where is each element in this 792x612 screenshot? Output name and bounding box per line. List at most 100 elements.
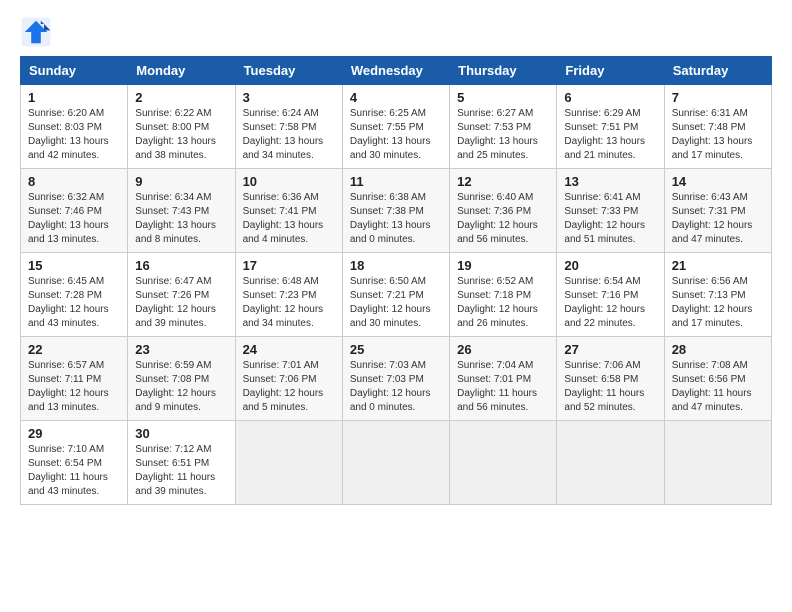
day-cell: 5 Sunrise: 6:27 AM Sunset: 7:53 PM Dayli… [450, 85, 557, 169]
day-number: 23 [135, 342, 227, 357]
day-cell: 22 Sunrise: 6:57 AM Sunset: 7:11 PM Dayl… [21, 337, 128, 421]
day-info: Sunrise: 6:31 AM Sunset: 7:48 PM Dayligh… [672, 107, 764, 163]
day-number: 21 [672, 258, 764, 273]
day-info: Sunrise: 6:54 AM Sunset: 7:16 PM Dayligh… [564, 275, 656, 331]
day-cell: 1 Sunrise: 6:20 AM Sunset: 8:03 PM Dayli… [21, 85, 128, 169]
column-header-tuesday: Tuesday [235, 57, 342, 85]
column-header-saturday: Saturday [664, 57, 771, 85]
day-info: Sunrise: 7:08 AM Sunset: 6:56 PM Dayligh… [672, 359, 764, 415]
column-header-thursday: Thursday [450, 57, 557, 85]
day-info: Sunrise: 6:47 AM Sunset: 7:26 PM Dayligh… [135, 275, 227, 331]
day-number: 28 [672, 342, 764, 357]
day-info: Sunrise: 6:59 AM Sunset: 7:08 PM Dayligh… [135, 359, 227, 415]
day-cell: 2 Sunrise: 6:22 AM Sunset: 8:00 PM Dayli… [128, 85, 235, 169]
day-cell: 18 Sunrise: 6:50 AM Sunset: 7:21 PM Dayl… [342, 253, 449, 337]
day-number: 27 [564, 342, 656, 357]
day-cell: 20 Sunrise: 6:54 AM Sunset: 7:16 PM Dayl… [557, 253, 664, 337]
day-number: 29 [28, 426, 120, 441]
day-cell [664, 421, 771, 505]
day-number: 24 [243, 342, 335, 357]
day-cell: 28 Sunrise: 7:08 AM Sunset: 6:56 PM Dayl… [664, 337, 771, 421]
logo [20, 16, 56, 48]
day-info: Sunrise: 7:01 AM Sunset: 7:06 PM Dayligh… [243, 359, 335, 415]
page: SundayMondayTuesdayWednesdayThursdayFrid… [0, 0, 792, 612]
day-cell [557, 421, 664, 505]
header [20, 16, 772, 48]
day-cell [235, 421, 342, 505]
day-cell: 4 Sunrise: 6:25 AM Sunset: 7:55 PM Dayli… [342, 85, 449, 169]
day-info: Sunrise: 7:03 AM Sunset: 7:03 PM Dayligh… [350, 359, 442, 415]
day-cell: 12 Sunrise: 6:40 AM Sunset: 7:36 PM Dayl… [450, 169, 557, 253]
day-cell: 6 Sunrise: 6:29 AM Sunset: 7:51 PM Dayli… [557, 85, 664, 169]
column-header-friday: Friday [557, 57, 664, 85]
day-cell: 26 Sunrise: 7:04 AM Sunset: 7:01 PM Dayl… [450, 337, 557, 421]
day-info: Sunrise: 7:04 AM Sunset: 7:01 PM Dayligh… [457, 359, 549, 415]
day-info: Sunrise: 6:24 AM Sunset: 7:58 PM Dayligh… [243, 107, 335, 163]
day-info: Sunrise: 6:40 AM Sunset: 7:36 PM Dayligh… [457, 191, 549, 247]
day-info: Sunrise: 6:48 AM Sunset: 7:23 PM Dayligh… [243, 275, 335, 331]
day-number: 20 [564, 258, 656, 273]
week-row-2: 8 Sunrise: 6:32 AM Sunset: 7:46 PM Dayli… [21, 169, 772, 253]
calendar-table: SundayMondayTuesdayWednesdayThursdayFrid… [20, 56, 772, 505]
week-row-1: 1 Sunrise: 6:20 AM Sunset: 8:03 PM Dayli… [21, 85, 772, 169]
day-cell: 30 Sunrise: 7:12 AM Sunset: 6:51 PM Dayl… [128, 421, 235, 505]
day-number: 14 [672, 174, 764, 189]
day-info: Sunrise: 6:57 AM Sunset: 7:11 PM Dayligh… [28, 359, 120, 415]
day-number: 30 [135, 426, 227, 441]
day-number: 11 [350, 174, 442, 189]
day-number: 5 [457, 90, 549, 105]
logo-icon [20, 16, 52, 48]
day-number: 18 [350, 258, 442, 273]
column-header-sunday: Sunday [21, 57, 128, 85]
day-info: Sunrise: 6:36 AM Sunset: 7:41 PM Dayligh… [243, 191, 335, 247]
day-cell: 9 Sunrise: 6:34 AM Sunset: 7:43 PM Dayli… [128, 169, 235, 253]
day-cell [342, 421, 449, 505]
day-number: 25 [350, 342, 442, 357]
day-number: 7 [672, 90, 764, 105]
day-number: 17 [243, 258, 335, 273]
day-number: 8 [28, 174, 120, 189]
day-number: 4 [350, 90, 442, 105]
week-row-3: 15 Sunrise: 6:45 AM Sunset: 7:28 PM Dayl… [21, 253, 772, 337]
day-cell: 10 Sunrise: 6:36 AM Sunset: 7:41 PM Dayl… [235, 169, 342, 253]
day-info: Sunrise: 6:41 AM Sunset: 7:33 PM Dayligh… [564, 191, 656, 247]
week-row-4: 22 Sunrise: 6:57 AM Sunset: 7:11 PM Dayl… [21, 337, 772, 421]
day-number: 16 [135, 258, 227, 273]
day-info: Sunrise: 7:06 AM Sunset: 6:58 PM Dayligh… [564, 359, 656, 415]
day-info: Sunrise: 6:25 AM Sunset: 7:55 PM Dayligh… [350, 107, 442, 163]
day-cell: 23 Sunrise: 6:59 AM Sunset: 7:08 PM Dayl… [128, 337, 235, 421]
day-cell: 19 Sunrise: 6:52 AM Sunset: 7:18 PM Dayl… [450, 253, 557, 337]
day-cell: 7 Sunrise: 6:31 AM Sunset: 7:48 PM Dayli… [664, 85, 771, 169]
day-cell: 29 Sunrise: 7:10 AM Sunset: 6:54 PM Dayl… [21, 421, 128, 505]
day-cell: 24 Sunrise: 7:01 AM Sunset: 7:06 PM Dayl… [235, 337, 342, 421]
day-cell [450, 421, 557, 505]
column-header-monday: Monday [128, 57, 235, 85]
day-cell: 16 Sunrise: 6:47 AM Sunset: 7:26 PM Dayl… [128, 253, 235, 337]
day-cell: 25 Sunrise: 7:03 AM Sunset: 7:03 PM Dayl… [342, 337, 449, 421]
day-number: 26 [457, 342, 549, 357]
day-cell: 8 Sunrise: 6:32 AM Sunset: 7:46 PM Dayli… [21, 169, 128, 253]
day-number: 19 [457, 258, 549, 273]
day-cell: 3 Sunrise: 6:24 AM Sunset: 7:58 PM Dayli… [235, 85, 342, 169]
day-info: Sunrise: 7:10 AM Sunset: 6:54 PM Dayligh… [28, 443, 120, 499]
day-number: 2 [135, 90, 227, 105]
day-cell: 11 Sunrise: 6:38 AM Sunset: 7:38 PM Dayl… [342, 169, 449, 253]
header-row: SundayMondayTuesdayWednesdayThursdayFrid… [21, 57, 772, 85]
day-info: Sunrise: 6:34 AM Sunset: 7:43 PM Dayligh… [135, 191, 227, 247]
day-cell: 21 Sunrise: 6:56 AM Sunset: 7:13 PM Dayl… [664, 253, 771, 337]
day-cell: 17 Sunrise: 6:48 AM Sunset: 7:23 PM Dayl… [235, 253, 342, 337]
day-cell: 15 Sunrise: 6:45 AM Sunset: 7:28 PM Dayl… [21, 253, 128, 337]
day-number: 15 [28, 258, 120, 273]
day-info: Sunrise: 6:38 AM Sunset: 7:38 PM Dayligh… [350, 191, 442, 247]
day-number: 22 [28, 342, 120, 357]
day-info: Sunrise: 6:52 AM Sunset: 7:18 PM Dayligh… [457, 275, 549, 331]
day-info: Sunrise: 6:45 AM Sunset: 7:28 PM Dayligh… [28, 275, 120, 331]
day-info: Sunrise: 6:29 AM Sunset: 7:51 PM Dayligh… [564, 107, 656, 163]
day-info: Sunrise: 6:50 AM Sunset: 7:21 PM Dayligh… [350, 275, 442, 331]
day-number: 12 [457, 174, 549, 189]
day-number: 10 [243, 174, 335, 189]
week-row-5: 29 Sunrise: 7:10 AM Sunset: 6:54 PM Dayl… [21, 421, 772, 505]
day-info: Sunrise: 6:56 AM Sunset: 7:13 PM Dayligh… [672, 275, 764, 331]
day-info: Sunrise: 6:43 AM Sunset: 7:31 PM Dayligh… [672, 191, 764, 247]
day-info: Sunrise: 6:20 AM Sunset: 8:03 PM Dayligh… [28, 107, 120, 163]
